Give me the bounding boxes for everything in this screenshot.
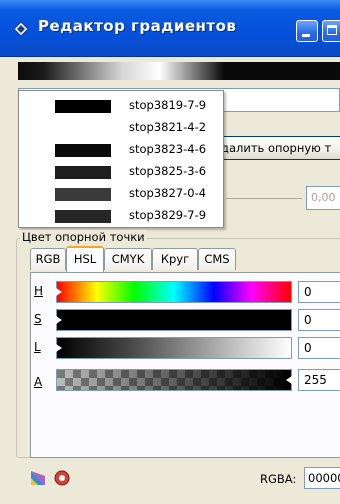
out-of-gamut-icon[interactable]: [54, 470, 70, 486]
stop-item-label: stop3819-7-9: [129, 98, 207, 112]
tab-cmyk[interactable]: CMYK: [104, 248, 152, 270]
lightness-slider[interactable]: [56, 337, 292, 359]
offset-slider[interactable]: [226, 198, 302, 199]
channel-label-s: S: [34, 312, 42, 326]
stop-item[interactable]: stop3819-7-9: [19, 94, 223, 116]
channel-label-l: L: [34, 340, 41, 354]
stops-dropdown-list[interactable]: stop3819-7-9 stop3821-4-2 stop3823-4-6 s…: [18, 90, 224, 228]
alpha-slider[interactable]: [56, 369, 292, 391]
hue-slider[interactable]: [56, 281, 292, 303]
channel-label-a: A: [34, 375, 43, 389]
tab-wheel[interactable]: Круг: [152, 248, 198, 270]
stop-swatch: [55, 166, 111, 179]
stop-item[interactable]: stop3829-7-9: [19, 204, 223, 226]
saturation-slider-handle[interactable]: [56, 316, 62, 324]
stop-item-label: stop3821-4-2: [129, 120, 207, 134]
app-icon: [14, 22, 28, 36]
stop-swatch: [55, 210, 111, 223]
rgba-input[interactable]: 000000ff: [304, 467, 340, 489]
stop-item-label: stop3825-3-6: [129, 164, 207, 178]
rgba-label: RGBA:: [260, 472, 297, 486]
color-managed-icon[interactable]: [30, 470, 46, 486]
lightness-input[interactable]: 0: [298, 337, 340, 359]
offset-input[interactable]: 0,00: [306, 186, 340, 210]
stop-item-label: stop3827-0-4: [129, 186, 207, 200]
hue-input[interactable]: 0: [298, 281, 340, 303]
saturation-input[interactable]: 0: [298, 309, 340, 331]
tab-rgb[interactable]: RGB: [30, 248, 66, 270]
tab-hsl[interactable]: HSL: [66, 246, 104, 272]
stop-item-label: stop3829-7-9: [129, 208, 207, 222]
tab-cms[interactable]: CMS: [198, 248, 236, 270]
maximize-button[interactable]: [322, 20, 340, 42]
stop-swatch: [55, 100, 111, 113]
minimize-button[interactable]: [296, 20, 318, 42]
window-title: Редактор градиентов: [38, 17, 237, 35]
stop-item[interactable]: stop3825-3-6: [19, 160, 223, 182]
gradient-preview: [18, 62, 340, 80]
title-bar: Редактор градиентов: [0, 0, 340, 57]
saturation-slider[interactable]: [56, 309, 292, 331]
lightness-slider-handle[interactable]: [56, 344, 62, 352]
stop-item[interactable]: stop3823-4-6: [19, 138, 223, 160]
channel-label-h: H: [34, 284, 44, 298]
stop-item-label: stop3823-4-6: [129, 142, 207, 156]
alpha-input[interactable]: 255: [298, 369, 340, 391]
stop-color-heading: Цвет опорной точки: [20, 230, 147, 244]
stop-item[interactable]: stop3827-0-4: [19, 182, 223, 204]
delete-stop-button[interactable]: далить опорную т: [212, 136, 340, 160]
stop-swatch: [55, 188, 111, 201]
alpha-slider-handle[interactable]: [286, 376, 292, 384]
stop-swatch: [55, 144, 111, 157]
stop-item[interactable]: stop3821-4-2: [19, 116, 223, 138]
hue-slider-handle[interactable]: [56, 288, 62, 296]
